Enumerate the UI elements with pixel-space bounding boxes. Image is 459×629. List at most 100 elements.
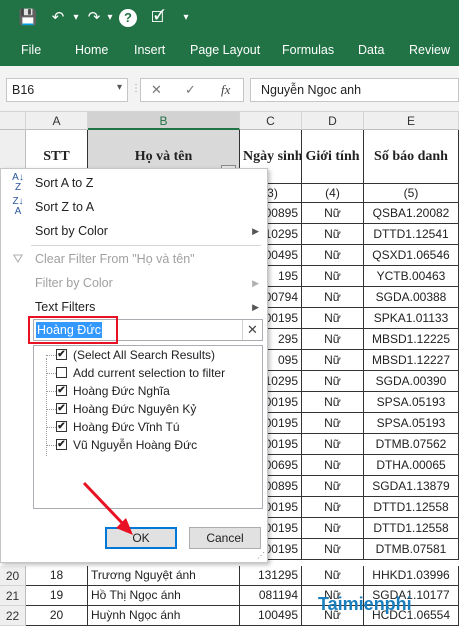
cell-gender[interactable]: Nữ — [302, 434, 364, 455]
cell-gender[interactable]: (4) — [302, 184, 364, 203]
tab-page-layout[interactable]: Page Layout — [190, 43, 260, 57]
cell-gender[interactable]: Nữ — [302, 497, 364, 518]
cell-sbd[interactable]: DTTD1.12541 — [364, 224, 459, 245]
sort-z-to-a-item[interactable]: Z↓ A Sort Z to A — [1, 195, 267, 219]
cell-gender[interactable]: Nữ — [302, 476, 364, 497]
cell-sbd[interactable]: HHKD1.03996 — [364, 566, 459, 586]
checkbox[interactable]: ✔ — [56, 421, 67, 432]
cell-gender[interactable]: Nữ — [302, 566, 364, 586]
cell-sbd[interactable]: DTMB.07581 — [364, 539, 459, 560]
header-gender[interactable]: Giới tính — [302, 130, 364, 184]
tab-file[interactable]: File — [21, 43, 41, 57]
checkbox[interactable]: ✔ — [56, 439, 67, 450]
cell-gender[interactable]: Nữ — [302, 224, 364, 245]
cell-sbd[interactable]: DTTD1.12558 — [364, 497, 459, 518]
row-header[interactable]: 21 — [0, 586, 26, 606]
tab-home[interactable]: Home — [75, 43, 108, 57]
cell-sbd[interactable]: SPSA.05193 — [364, 392, 459, 413]
cell-sbd[interactable]: SPSA.05193 — [364, 413, 459, 434]
cell-stt[interactable]: 20 — [26, 606, 88, 626]
undo-icon[interactable]: ↶ — [48, 8, 68, 28]
column-header-a[interactable]: A — [26, 112, 88, 130]
column-header-d[interactable]: D — [302, 112, 364, 130]
cell-gender[interactable]: Nữ — [302, 287, 364, 308]
cell-sbd[interactable]: QSXD1.06546 — [364, 245, 459, 266]
redo-dropdown-icon[interactable]: ▾ — [100, 8, 120, 28]
confirm-entry-icon[interactable]: ✓ — [185, 82, 196, 98]
list-item-label: (Select All Search Results) — [73, 348, 216, 362]
cell-sbd[interactable]: SPKA1.01133 — [364, 308, 459, 329]
name-box-dropdown-icon[interactable]: ▾ — [117, 82, 122, 93]
cell-gender[interactable]: Nữ — [302, 203, 364, 224]
cell-dob[interactable]: 131295 — [240, 566, 302, 586]
cell-gender[interactable]: Nữ — [302, 392, 364, 413]
name-box[interactable]: B16 ▾ — [6, 78, 128, 102]
column-header-e[interactable]: E — [364, 112, 459, 130]
tree-line — [46, 391, 56, 392]
checkbox[interactable]: ✔ — [56, 349, 67, 360]
cell-dob[interactable]: 100495 — [240, 606, 302, 626]
form-icon[interactable]: 🗹 — [148, 8, 168, 28]
cell-gender[interactable]: Nữ — [302, 518, 364, 539]
filter-by-color-item[interactable]: Filter by Color ▶ — [1, 271, 267, 295]
cell-gender[interactable]: Nữ — [302, 413, 364, 434]
cell-stt[interactable]: 19 — [26, 586, 88, 606]
sort-az-icon: A↓ Z — [12, 172, 24, 193]
cell-sbd[interactable]: SGDA.00390 — [364, 371, 459, 392]
clear-filter-item[interactable]: ⛛ Clear Filter From "Họ và tên" — [1, 247, 267, 271]
cell-gender[interactable]: Nữ — [302, 539, 364, 560]
checkbox[interactable]: ✔ — [56, 385, 67, 396]
help-icon[interactable]: ? — [119, 9, 137, 27]
clear-search-icon[interactable]: ✕ — [242, 320, 262, 340]
tree-line — [46, 427, 56, 428]
sort-a-to-z-item[interactable]: A↓ Z Sort A to Z — [1, 171, 267, 195]
tab-review[interactable]: Review — [409, 43, 450, 57]
cell-sbd[interactable]: SGDA1.13879 — [364, 476, 459, 497]
save-icon[interactable]: 💾 — [18, 8, 38, 28]
cell-gender[interactable]: Nữ — [302, 455, 364, 476]
cell-dob[interactable]: 081194 — [240, 586, 302, 606]
cell-gender[interactable]: Nữ — [302, 371, 364, 392]
cell-sbd[interactable]: SGDA.00388 — [364, 287, 459, 308]
tree-line — [46, 355, 56, 356]
cell-sbd[interactable]: MBSD1.12225 — [364, 329, 459, 350]
checkbox[interactable]: ✔ — [56, 403, 67, 414]
sort-by-color-item[interactable]: Sort by Color ▶ — [1, 219, 267, 243]
cell-gender[interactable]: Nữ — [302, 308, 364, 329]
cell-name[interactable]: Trương Nguyệt ánh — [88, 566, 240, 586]
cell-gender[interactable]: Nữ — [302, 329, 364, 350]
menu-divider — [31, 245, 261, 246]
cell-name[interactable]: Huỳnh Ngọc ánh — [88, 606, 240, 626]
column-header-c[interactable]: C — [240, 112, 302, 130]
cell-sbd[interactable]: (5) — [364, 184, 459, 203]
header-sbd[interactable]: Số báo danh — [364, 130, 459, 184]
cell-gender[interactable]: Nữ — [302, 350, 364, 371]
cell-sbd[interactable]: DTMB.07562 — [364, 434, 459, 455]
cell-name[interactable]: Hồ Thị Ngọc ánh — [88, 586, 240, 606]
list-item-label: Hoàng Đức Nguyên Kỷ — [73, 402, 197, 416]
undo-dropdown-icon[interactable]: ▾ — [66, 8, 86, 28]
cell-sbd[interactable]: MBSD1.12227 — [364, 350, 459, 371]
cancel-button[interactable]: Cancel — [189, 527, 261, 549]
tab-insert[interactable]: Insert — [134, 43, 165, 57]
customize-dropdown-icon[interactable]: ▾ — [176, 8, 196, 28]
checkbox[interactable] — [56, 367, 67, 378]
ok-button[interactable]: OK — [105, 527, 177, 549]
cell-sbd[interactable]: QSBA1.20082 — [364, 203, 459, 224]
row-header[interactable]: 22 — [0, 606, 26, 626]
cell-sbd[interactable]: DTHA.00065 — [364, 455, 459, 476]
formula-input[interactable]: Nguyễn Ngoc anh — [250, 78, 459, 102]
row-header[interactable]: 20 — [0, 566, 26, 586]
cell-sbd[interactable]: DTTD1.12558 — [364, 518, 459, 539]
cell-sbd[interactable]: YCTB.00463 — [364, 266, 459, 287]
cell-gender[interactable]: Nữ — [302, 266, 364, 287]
tab-data[interactable]: Data — [358, 43, 384, 57]
insert-function-icon[interactable]: fx — [221, 82, 230, 98]
cell-stt[interactable]: 18 — [26, 566, 88, 586]
select-all-corner[interactable] — [0, 112, 26, 130]
cancel-entry-icon[interactable]: ✕ — [151, 82, 162, 98]
cell-gender[interactable]: Nữ — [302, 245, 364, 266]
resize-grip-icon[interactable]: ⋰ — [257, 551, 265, 560]
column-header-b[interactable]: B — [88, 112, 240, 130]
tab-formulas[interactable]: Formulas — [282, 43, 334, 57]
